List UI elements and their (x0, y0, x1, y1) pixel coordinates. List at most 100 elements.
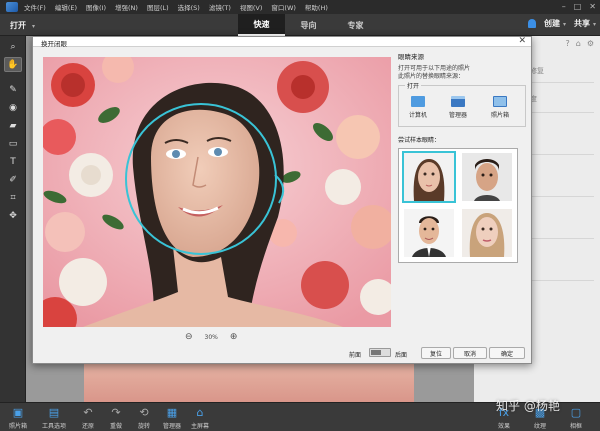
open-closed-eyes-dialog: 换开闭眼 ✕ ⊖ 30% ⊕ 眼睛来源 打开可用于以下用途的照片 此照片的替换眼… (32, 36, 532, 364)
folder-icon (411, 96, 425, 107)
whiten-teeth-icon[interactable]: ▰ (4, 118, 22, 133)
source-photo-bin-button[interactable]: 照片箱 (483, 96, 517, 119)
before-label: 前面 (349, 352, 362, 359)
zoom-tool-icon[interactable]: ⌕ (4, 39, 22, 54)
undo-icon: ↶ (83, 406, 93, 419)
zoom-in-icon[interactable]: ⊕ (230, 332, 238, 342)
create-button-label: 创建 (543, 19, 560, 28)
panel-item-repair[interactable]: 修复 (530, 66, 544, 76)
tool-options-label: 工具选项 (41, 423, 66, 430)
app-logo (6, 2, 18, 12)
menu-select[interactable]: 选择(S) (178, 2, 200, 12)
crop-tool-icon[interactable]: ⌗ (4, 190, 22, 205)
open-button-label: 打开 (10, 21, 26, 30)
panel-home-icon[interactable]: ⌂ (576, 39, 581, 48)
sample-face-4[interactable] (462, 209, 512, 257)
tool-options-button[interactable]: ▤ 工具选项 (36, 406, 72, 430)
share-button[interactable]: 共享 ▾ (574, 18, 596, 29)
eye-source-header: 眼睛来源 (398, 53, 424, 61)
chevron-down-icon: ▾ (32, 23, 36, 30)
organizer-icon: ▦ (166, 406, 178, 419)
photo-bin-icon (493, 96, 507, 107)
menu-layer[interactable]: 图层(L) (147, 2, 169, 12)
home-screen-button[interactable]: ⌂ 主屏幕 (182, 406, 218, 430)
tools-panel: ⌕ ✋ ✎ ◉ ▰ ▭ T ✐ ⌗ ✥ (0, 36, 26, 402)
portrait-image (43, 57, 391, 327)
redo-icon: ↷ (111, 406, 121, 419)
dialog-footer: 前面 后面 复位 取消 确定 (33, 345, 531, 363)
dialog-close-icon[interactable]: ✕ (518, 36, 526, 46)
menu-help[interactable]: 帮助(H) (305, 2, 328, 12)
frames-icon: ▢ (570, 406, 582, 419)
after-label: 后面 (395, 352, 408, 359)
sample-face-2[interactable] (462, 153, 512, 201)
menu-bar: 文件(F) 编辑(E) 图像(I) 增强(N) 图层(L) 选择(S) 滤镜(T… (0, 0, 600, 14)
frames-button[interactable]: ▢ 相框 (558, 406, 594, 430)
quick-selection-icon[interactable]: ✎ (4, 82, 22, 97)
frames-label: 相框 (569, 423, 582, 430)
dialog-title: 换开闭眼 (41, 40, 67, 48)
organizer-label: 管理器 (162, 423, 181, 430)
photo-bin-label: 照片箱 (8, 423, 27, 430)
source-organizer-button[interactable]: 管理器 (441, 96, 475, 119)
open-source-group: 打开 计算机 管理器 照片箱 (398, 81, 526, 127)
chevron-down-icon: ▾ (592, 21, 596, 28)
menu-filter[interactable]: 滤镜(T) (209, 2, 231, 12)
hand-tool-icon[interactable]: ✋ (4, 57, 22, 72)
help-icon[interactable]: ? (566, 39, 570, 48)
zoom-controls: ⊖ 30% ⊕ (185, 332, 237, 342)
zoom-out-icon[interactable]: ⊖ (185, 332, 193, 342)
photo-bin-button[interactable]: ▣ 照片箱 (0, 406, 36, 430)
close-icon[interactable]: ✕ (589, 2, 596, 11)
sample-eyes-grid (398, 148, 518, 263)
menu-window[interactable]: 窗口(W) (271, 2, 296, 12)
mode-bar: 打开 ▾ 快速 导向 专家 创建 ▾ 共享 ▾ (0, 14, 600, 36)
eye-source-description: 打开可用于以下用途的照片 此照片的替换眼睛来源： (398, 65, 471, 80)
sample-face-3-image (404, 209, 454, 257)
tool-options-icon: ▤ (48, 406, 60, 419)
dialog-titlebar: 换开闭眼 ✕ (33, 36, 531, 48)
zoom-level: 30% (204, 333, 218, 341)
source-computer-button[interactable]: 计算机 (401, 96, 435, 119)
open-button[interactable]: 打开 ▾ (10, 20, 35, 31)
cancel-button[interactable]: 取消 (453, 347, 487, 359)
photo-bin-icon: ▣ (12, 406, 24, 419)
settings-icon[interactable]: ⚙ (587, 39, 594, 48)
sample-eyes-header: 尝试样本眼睛： (398, 137, 441, 144)
reset-button[interactable]: 复位 (421, 347, 451, 359)
menu-edit[interactable]: 编辑(E) (55, 2, 77, 12)
home-icon: ⌂ (196, 406, 204, 419)
menu-image[interactable]: 图像(I) (86, 2, 106, 12)
undo-label: 还原 (81, 423, 94, 430)
ok-button[interactable]: 确定 (489, 347, 525, 359)
eye-source-panel: 眼睛来源 打开可用于以下用途的照片 此照片的替换眼睛来源： 打开 计算机 管理器… (398, 51, 526, 263)
create-button[interactable]: 创建 ▾ (544, 18, 566, 29)
type-tool-icon[interactable]: T (4, 154, 22, 169)
organizer-icon (451, 96, 465, 107)
sample-face-1-image (404, 153, 454, 201)
open-group-label: 打开 (405, 81, 422, 90)
share-button-label: 共享 (573, 19, 590, 28)
menu-file[interactable]: 文件(F) (24, 2, 46, 12)
straighten-icon[interactable]: ▭ (4, 136, 22, 151)
maximize-icon[interactable]: □ (574, 2, 582, 11)
tab-guided[interactable]: 导向 (285, 14, 332, 36)
menu-enhance[interactable]: 增强(N) (115, 2, 138, 12)
move-tool-icon[interactable]: ✥ (4, 208, 22, 223)
tab-quick[interactable]: 快速 (238, 14, 285, 36)
effects-label: 效果 (497, 423, 510, 430)
photo-preview[interactable] (43, 57, 391, 327)
redo-label: 重做 (109, 423, 122, 430)
spot-healing-icon[interactable]: ✐ (4, 172, 22, 187)
tab-expert[interactable]: 专家 (332, 14, 379, 36)
before-after-toggle[interactable] (369, 348, 391, 357)
red-eye-icon[interactable]: ◉ (4, 100, 22, 115)
menu-view[interactable]: 视图(V) (240, 2, 263, 12)
notification-bell-icon[interactable] (527, 19, 536, 28)
watermark-text: 知乎 @杨艳 (496, 399, 560, 413)
sample-face-4-image (462, 209, 512, 257)
sample-face-1[interactable] (402, 151, 456, 203)
chevron-down-icon: ▾ (562, 21, 566, 28)
sample-face-3[interactable] (404, 209, 454, 257)
minimize-icon[interactable]: – (562, 2, 566, 11)
